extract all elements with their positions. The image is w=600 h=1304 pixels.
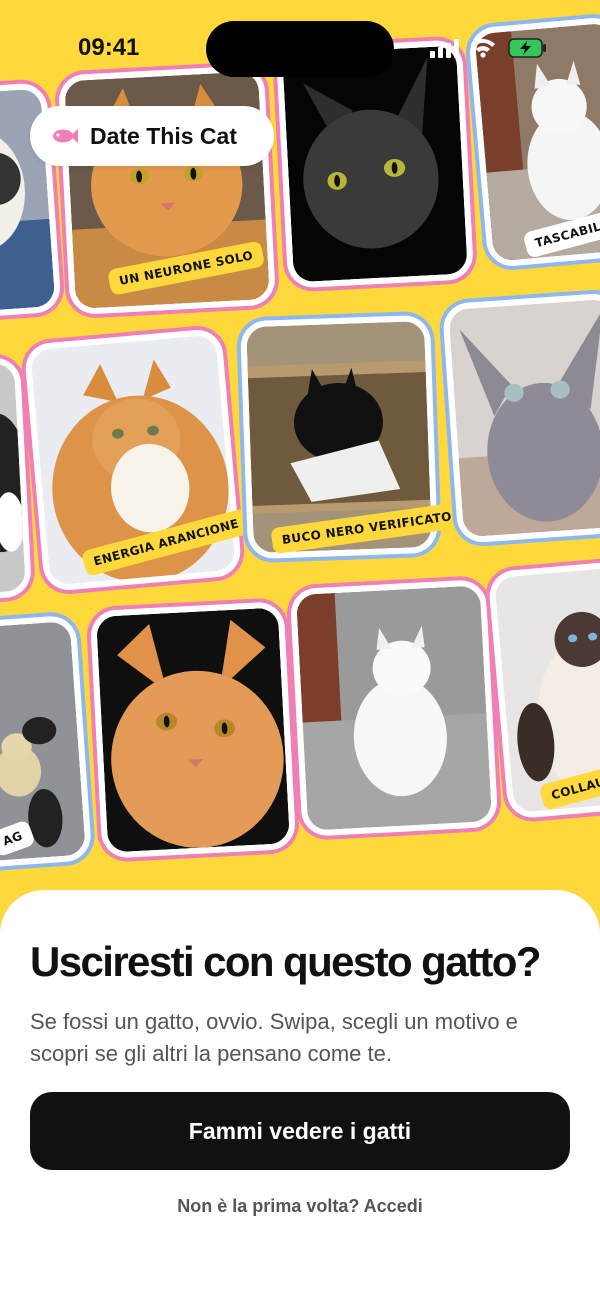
cat-card[interactable]: COLLAU (487, 560, 600, 820)
status-bar: 09:41 (0, 0, 600, 90)
cat-photo (295, 585, 493, 831)
cat-card[interactable]: UN NEURONE SOLO (57, 64, 277, 316)
cat-photo (95, 607, 291, 853)
page-subtitle: Se fossi un gatto, ovvio. Swipa, scegli … (30, 1009, 518, 1066)
brand-name: Date This Cat (90, 122, 237, 149)
login-link[interactable]: Non è la prima volta? Accedi (0, 1196, 600, 1217)
cat-photo (0, 362, 26, 598)
cat-card[interactable] (289, 579, 499, 837)
cat-card[interactable]: AG (0, 614, 93, 872)
dynamic-island (206, 21, 394, 77)
wifi-icon (471, 39, 495, 58)
battery-icon (508, 38, 546, 58)
fish-icon (53, 129, 78, 143)
cat-photo (448, 298, 600, 538)
signal-icon (430, 39, 459, 58)
page-title: Usciresti con questo gatto? (30, 938, 541, 985)
show-cats-button[interactable]: Fammi vedere i gatti (30, 1092, 570, 1170)
cat-card[interactable]: BUCO NERO VERIFICATO (239, 314, 464, 560)
cat-card[interactable] (89, 601, 297, 859)
cat-card[interactable]: ENERGIA ARANCIONE (23, 327, 252, 593)
cat-card[interactable] (441, 292, 600, 544)
brand-pill: Date This Cat (30, 106, 274, 166)
status-time: 09:41 (78, 34, 140, 61)
onboarding-sheet: Usciresti con questo gatto? Se fossi un … (0, 890, 600, 1304)
